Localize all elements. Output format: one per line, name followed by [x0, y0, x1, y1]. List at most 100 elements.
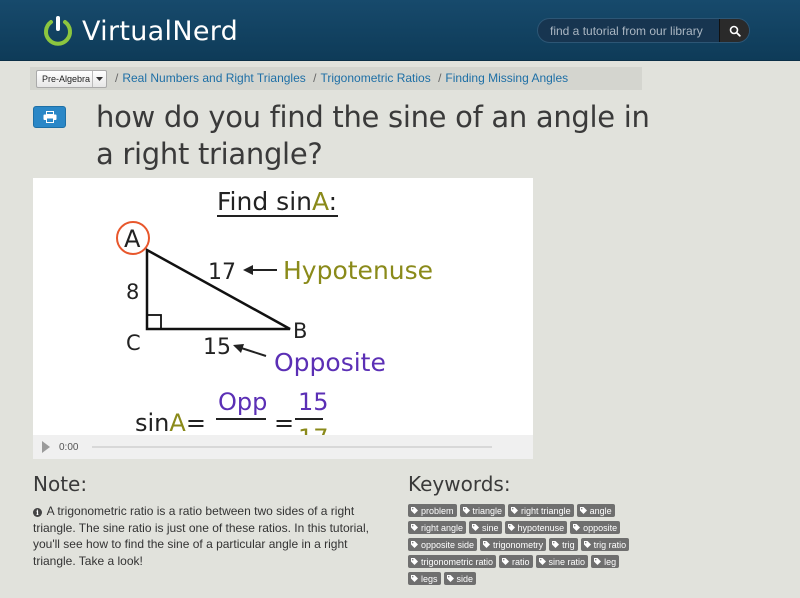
note-body-text: A trigonometric ratio is a ratio between… [33, 504, 369, 568]
logo-text-virtual: Virtual [82, 15, 173, 47]
site-logo[interactable]: VirtualNerd [42, 13, 238, 49]
tag-icon [411, 558, 418, 565]
keyword-tag[interactable]: side [443, 572, 477, 585]
keyword-tag[interactable]: trigonometric ratio [408, 555, 497, 568]
video-controls: 0:00 [33, 435, 533, 459]
side-8-label: 8 [126, 280, 139, 304]
tag-icon [411, 507, 418, 514]
keyword-tag[interactable]: right angle [408, 521, 467, 534]
tag-icon [411, 524, 418, 531]
course-select-value: Pre-Algebra [42, 74, 91, 84]
breadcrumb-separator: / [115, 71, 119, 85]
keyword-tag[interactable]: leg [591, 555, 620, 568]
hypotenuse-label: Hypotenuse [283, 256, 433, 285]
tag-icon [411, 575, 418, 582]
logo-text-nerd: Nerd [172, 15, 239, 47]
tag-icon [446, 575, 454, 582]
search-icon [729, 25, 741, 37]
video-player[interactable]: Find sinA: A B C 8 17 Hypotenuse 15 Oppo… [33, 178, 533, 459]
tag-icon [583, 541, 591, 548]
keyword-tag[interactable]: hypotenuse [504, 521, 568, 534]
keyword-label: sine ratio [548, 556, 586, 567]
side-15-label: 15 [203, 335, 231, 360]
opposite-label: Opposite [274, 348, 386, 377]
tag-icon [511, 507, 519, 514]
vertex-c-label: C [126, 331, 141, 355]
tag-icon [472, 524, 480, 531]
keyword-tag[interactable]: right triangle [508, 504, 574, 517]
breadcrumb-link-missing-angles[interactable]: Finding Missing Angles [445, 71, 568, 85]
video-time: 0:00 [59, 441, 79, 453]
keyword-label: trigonometric ratio [421, 556, 494, 567]
diagram-heading: Find sinA: [217, 187, 337, 216]
tag-icon [502, 558, 510, 565]
keyword-label: ratio [512, 556, 530, 567]
keyword-tag[interactable]: opposite side [408, 538, 478, 551]
search-button[interactable] [719, 19, 749, 42]
keywords-heading: Keywords: [408, 472, 511, 496]
keyword-label: triangle [472, 505, 503, 516]
search-input[interactable] [538, 19, 719, 42]
chevron-down-icon [92, 71, 106, 87]
keyword-label: side [456, 573, 474, 584]
breadcrumb-link-real-numbers[interactable]: Real Numbers and Right Triangles [122, 71, 305, 85]
keyword-label: opposite [583, 522, 618, 533]
keyword-label: trig [562, 539, 575, 550]
keyword-tag[interactable]: legs [408, 572, 441, 585]
keyword-tag[interactable]: problem [408, 504, 457, 517]
formula-sin: sinA= [135, 409, 206, 435]
right-angle-marker [146, 314, 162, 330]
keyword-label: angle [589, 505, 612, 516]
tag-icon [594, 558, 602, 565]
tag-icon [552, 541, 560, 548]
tag-icon [507, 524, 515, 531]
keyword-tag[interactable]: sine [469, 521, 502, 534]
side-17-label: 17 [208, 260, 236, 285]
tag-icon [573, 524, 581, 531]
search-bar [537, 18, 750, 43]
keyword-tag[interactable]: ratio [499, 555, 533, 568]
breadcrumb-links: / Real Numbers and Right Triangles / Trigo… [111, 71, 568, 85]
keyword-label: right triangle [521, 505, 571, 516]
keyword-label: sine [482, 522, 499, 533]
keyword-label: right angle [421, 522, 464, 533]
tag-icon [462, 507, 470, 514]
page-title: how do you find the sine of an angle in … [96, 100, 650, 171]
tag-icon [538, 558, 546, 565]
keyword-label: opposite side [421, 539, 475, 550]
keyword-tag[interactable]: triangle [459, 504, 506, 517]
keyword-tag[interactable]: trigonometry [480, 538, 547, 551]
printer-icon [43, 111, 56, 123]
play-icon[interactable] [42, 441, 50, 453]
keyword-label: leg [604, 556, 617, 567]
keyword-label: trigonometry [493, 539, 544, 550]
keyword-label: hypotenuse [517, 522, 565, 533]
keyword-tag[interactable]: opposite [570, 521, 621, 534]
print-button[interactable] [33, 106, 66, 128]
site-header: VirtualNerd [0, 0, 800, 61]
keyword-tag[interactable]: trig ratio [580, 538, 630, 551]
keyword-label: legs [421, 573, 438, 584]
keyword-tag[interactable]: angle [576, 504, 615, 517]
keyword-tag[interactable]: trig [549, 538, 578, 551]
keyword-tags: problem triangle right triangle angle ri… [408, 504, 640, 589]
power-logo-icon [44, 16, 72, 46]
breadcrumb-link-trig-ratios[interactable]: Trigonometric Ratios [320, 71, 430, 85]
keyword-label: trig ratio [593, 539, 627, 550]
vertex-a-label: A [124, 225, 141, 253]
note-heading: Note: [33, 472, 88, 496]
keyword-tag[interactable]: sine ratio [535, 555, 589, 568]
formula-eq2: = [274, 409, 294, 435]
info-icon: i [33, 508, 42, 517]
formula-15: 15 [298, 388, 329, 416]
tag-icon [579, 507, 587, 514]
keyword-label: problem [421, 505, 454, 516]
video-progress-bar[interactable] [92, 446, 493, 448]
course-select[interactable]: Pre-Algebra [36, 70, 107, 88]
note-text: i A trigonometric ratio is a ratio betwe… [33, 503, 378, 569]
breadcrumb-separator: / [438, 71, 442, 85]
vertex-b-label: B [293, 319, 307, 343]
logo-text: VirtualNerd [82, 16, 238, 47]
tag-icon [483, 541, 491, 548]
breadcrumb-separator: / [313, 71, 317, 85]
